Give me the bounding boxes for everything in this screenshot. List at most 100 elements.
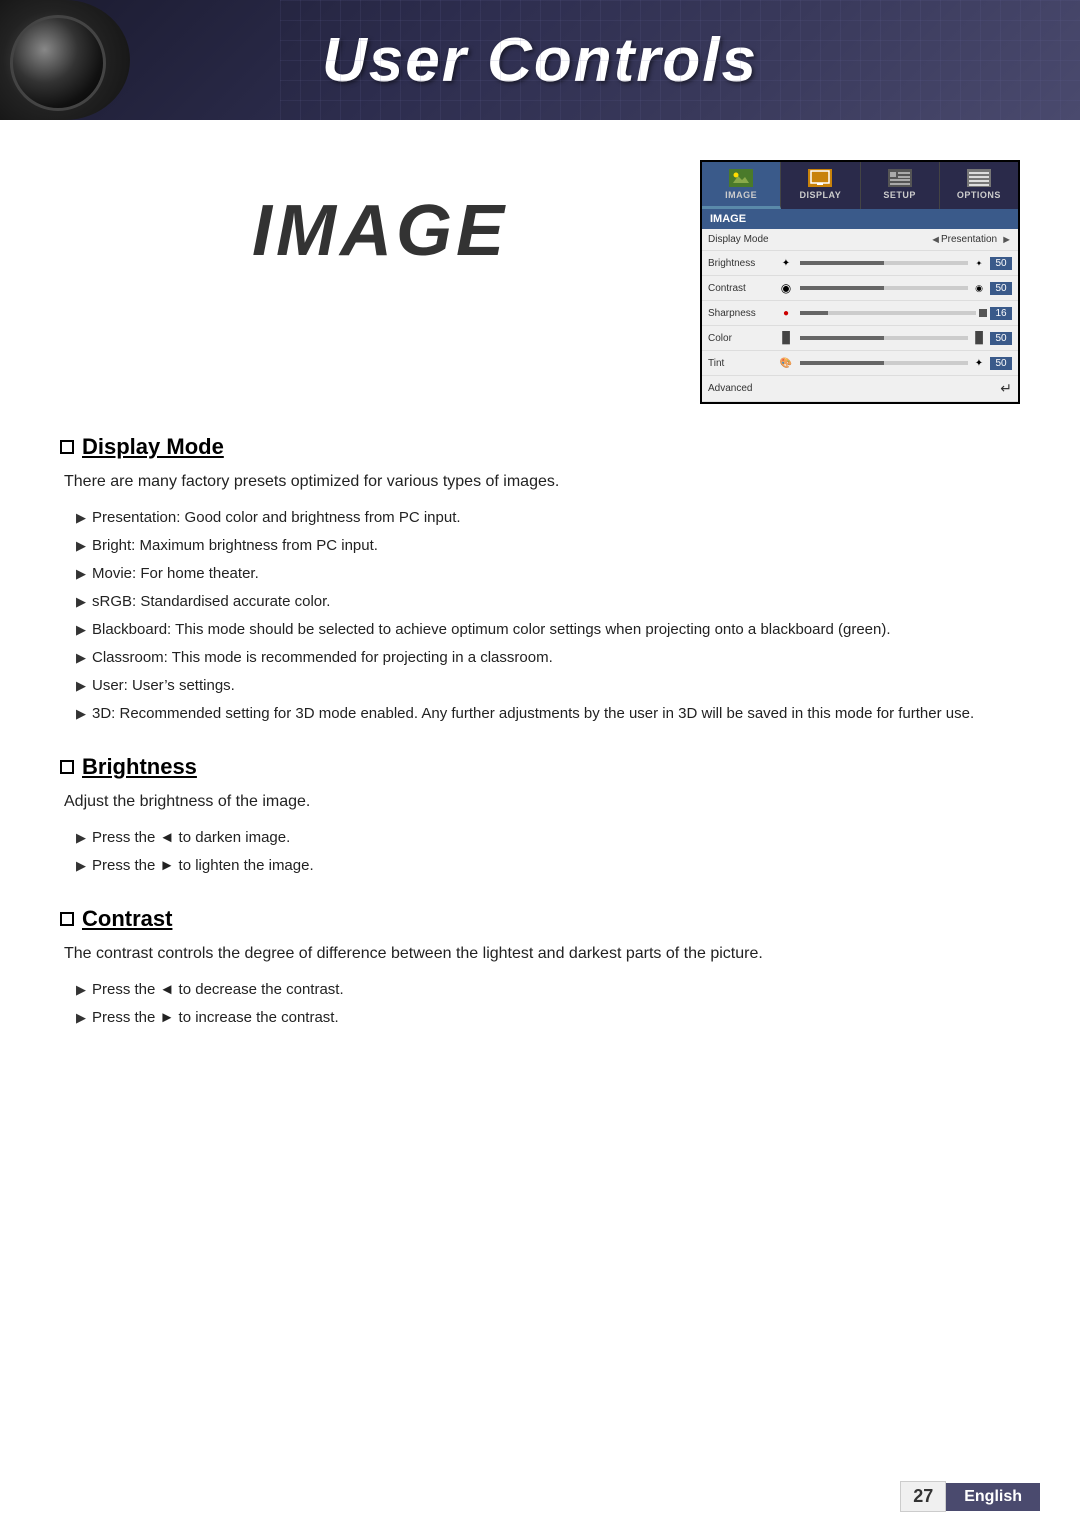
osd-contrast-value: 50 xyxy=(990,282,1012,295)
osd-tab-options-label: OPTIONS xyxy=(957,190,1001,200)
osd-rows: Display Mode ◄ Presentation ► Brightness… xyxy=(702,229,1018,402)
contrast-right-icon: ◉ xyxy=(971,280,987,296)
list-item: ▶ Presentation: Good color and brightnes… xyxy=(76,506,1020,530)
osd-contrast-slider xyxy=(797,286,971,290)
list-item: ▶ Bright: Maximum brightness from PC inp… xyxy=(76,534,1020,558)
osd-color-slider xyxy=(797,336,971,340)
contrast-title: Contrast xyxy=(60,906,1020,932)
setup-tab-icon xyxy=(886,168,914,188)
osd-sharpness-label: Sharpness xyxy=(708,308,778,319)
bullet-arrow-icon: ▶ xyxy=(76,620,86,641)
list-item: ▶ sRGB: Standardised accurate color. xyxy=(76,590,1020,614)
osd-tab-display[interactable]: DISPLAY xyxy=(781,162,860,209)
color-icon: ▐▌ xyxy=(778,330,794,346)
osd-tint-slider xyxy=(797,361,971,365)
brightness-title-icon xyxy=(60,760,74,774)
bullet-arrow-icon: ▶ xyxy=(76,1008,86,1029)
osd-row-contrast: Contrast ◉ ◉ 50 xyxy=(702,276,1018,301)
list-item: ▶ Press the ► to increase the contrast. xyxy=(76,1006,1020,1030)
osd-display-mode-value: Presentation xyxy=(941,234,997,245)
osd-brightness-label: Brightness xyxy=(708,258,778,269)
sharpness-right-icon xyxy=(979,309,987,317)
osd-row-advanced: Advanced ↵ xyxy=(702,376,1018,402)
osd-right-arrow: ► xyxy=(1001,234,1012,246)
display-mode-title-icon xyxy=(60,440,74,454)
bullet-arrow-icon: ▶ xyxy=(76,980,86,1001)
list-item: ▶ Press the ► to lighten the image. xyxy=(76,854,1020,878)
bullet-arrow-icon: ▶ xyxy=(76,856,86,877)
contrast-section: Contrast The contrast controls the degre… xyxy=(60,906,1020,1030)
osd-tab-options[interactable]: OPTIONS xyxy=(940,162,1018,209)
bullet-arrow-icon: ▶ xyxy=(76,592,86,613)
osd-sharpness-value: 16 xyxy=(990,307,1012,320)
osd-left-arrow: ◄ xyxy=(930,234,941,246)
osd-brightness-value: 50 xyxy=(990,257,1012,270)
image-section-title: IMAGE xyxy=(252,190,508,272)
bullet-arrow-icon: ▶ xyxy=(76,536,86,557)
lens-graphic xyxy=(0,0,130,120)
brightness-icon: ✦ xyxy=(778,255,794,271)
options-tab-icon xyxy=(965,168,993,188)
osd-tint-label: Tint xyxy=(708,358,778,369)
osd-tint-value: 50 xyxy=(990,357,1012,370)
page-header: User Controls xyxy=(0,0,1080,120)
list-item: ▶ 3D: Recommended setting for 3D mode en… xyxy=(76,702,1020,726)
display-mode-section: Display Mode There are many factory pres… xyxy=(60,434,1020,726)
osd-tabs: IMAGE DISPLAY xyxy=(702,162,1018,209)
contrast-list: ▶ Press the ◄ to decrease the contrast. … xyxy=(60,978,1020,1030)
list-item: ▶ Blackboard: This mode should be select… xyxy=(76,618,1020,642)
osd-tab-setup-label: SETUP xyxy=(883,190,916,200)
osd-contrast-label: Contrast xyxy=(708,283,778,294)
osd-section-header: IMAGE xyxy=(702,209,1018,229)
brightness-list: ▶ Press the ◄ to darken image. ▶ Press t… xyxy=(60,826,1020,878)
header-grid-bg xyxy=(280,0,1080,120)
osd-advanced-label: Advanced xyxy=(708,383,778,394)
page-number: 27 xyxy=(900,1481,946,1512)
osd-row-brightness: Brightness ✦ ✦ 50 xyxy=(702,251,1018,276)
osd-color-value: 50 xyxy=(990,332,1012,345)
list-item: ▶ Classroom: This mode is recommended fo… xyxy=(76,646,1020,670)
osd-row-sharpness: Sharpness ● 16 xyxy=(702,301,1018,326)
contrast-icon: ◉ xyxy=(778,280,794,296)
list-item: ▶ Press the ◄ to decrease the contrast. xyxy=(76,978,1020,1002)
list-item: ▶ Press the ◄ to darken image. xyxy=(76,826,1020,850)
contrast-desc: The contrast controls the degree of diff… xyxy=(60,942,1020,966)
osd-display-mode-label: Display Mode xyxy=(708,234,930,245)
display-mode-title: Display Mode xyxy=(60,434,1020,460)
brightness-desc: Adjust the brightness of the image. xyxy=(60,790,1020,814)
bullet-arrow-icon: ▶ xyxy=(76,704,86,725)
display-mode-list: ▶ Presentation: Good color and brightnes… xyxy=(60,506,1020,726)
osd-tab-display-label: DISPLAY xyxy=(800,190,842,200)
brightness-title: Brightness xyxy=(60,754,1020,780)
osd-tab-image-label: IMAGE xyxy=(725,190,757,200)
osd-tab-setup[interactable]: SETUP xyxy=(861,162,940,209)
osd-row-display-mode: Display Mode ◄ Presentation ► xyxy=(702,229,1018,251)
list-item: ▶ Movie: For home theater. xyxy=(76,562,1020,586)
sharpness-icon: ● xyxy=(778,305,794,321)
image-tab-icon xyxy=(727,168,755,188)
list-item: ▶ User: User’s settings. xyxy=(76,674,1020,698)
footer: 27 English xyxy=(900,1481,1040,1512)
osd-menu: IMAGE DISPLAY xyxy=(700,160,1020,404)
osd-tab-image[interactable]: IMAGE xyxy=(702,162,781,209)
main-content: IMAGE IMAGE xyxy=(0,120,1080,1118)
bullet-arrow-icon: ▶ xyxy=(76,564,86,585)
image-title-container: IMAGE xyxy=(60,150,700,272)
top-section: IMAGE IMAGE xyxy=(60,150,1020,404)
osd-color-label: Color xyxy=(708,333,778,344)
osd-row-color: Color ▐▌ ▐▌ 50 xyxy=(702,326,1018,351)
osd-brightness-slider xyxy=(797,261,971,265)
contrast-title-icon xyxy=(60,912,74,926)
display-mode-desc: There are many factory presets optimized… xyxy=(60,470,1020,494)
brightness-section: Brightness Adjust the brightness of the … xyxy=(60,754,1020,878)
bullet-arrow-icon: ▶ xyxy=(76,648,86,669)
osd-sharpness-slider xyxy=(797,311,979,315)
brightness-right-icon: ✦ xyxy=(971,255,987,271)
display-tab-icon xyxy=(806,168,834,188)
osd-enter-icon: ↵ xyxy=(1000,380,1012,397)
bullet-arrow-icon: ▶ xyxy=(76,676,86,697)
tint-right-icon: ✦ xyxy=(971,355,987,371)
color-right-icon: ▐▌ xyxy=(971,330,987,346)
bullet-arrow-icon: ▶ xyxy=(76,828,86,849)
osd-row-tint: Tint 🎨 ✦ 50 xyxy=(702,351,1018,376)
